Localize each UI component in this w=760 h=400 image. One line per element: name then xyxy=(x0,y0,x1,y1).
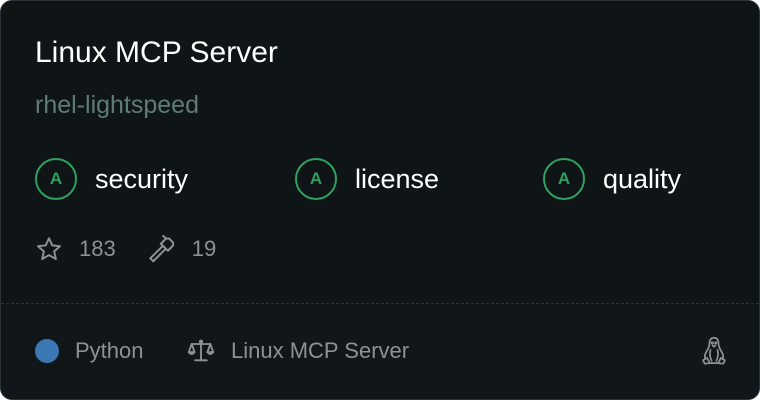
scale-icon xyxy=(187,337,215,365)
linux-penguin-icon xyxy=(699,335,729,367)
star-icon xyxy=(35,235,63,263)
grade-badge: A xyxy=(295,158,337,200)
grade-badge: A xyxy=(543,158,585,200)
tools-count: 19 xyxy=(191,236,217,261)
stats-row: 183 19 xyxy=(35,233,216,265)
language-dot xyxy=(35,339,59,363)
license-info: Linux MCP Server xyxy=(187,337,409,365)
grade-license[interactable]: A license xyxy=(295,156,439,202)
server-org[interactable]: rhel-lightspeed xyxy=(35,88,199,122)
language-label: Python xyxy=(75,338,144,363)
grade-label: license xyxy=(355,163,440,194)
grade-badge: A xyxy=(35,158,77,200)
server-title[interactable]: Linux MCP Server xyxy=(35,33,278,73)
grade-quality[interactable]: A quality xyxy=(543,156,681,202)
license-label: Linux MCP Server xyxy=(231,338,410,363)
grade-row: A security A license A quality xyxy=(35,156,735,202)
grade-security[interactable]: A security xyxy=(35,156,188,202)
card-footer: Python Linux MCP Server xyxy=(1,304,759,399)
hammer-icon xyxy=(148,235,176,263)
grade-label: security xyxy=(95,163,189,194)
stars-count: 183 xyxy=(79,236,116,261)
server-card[interactable]: Linux MCP Server rhel-lightspeed A secur… xyxy=(0,0,760,400)
language-info: Python xyxy=(35,338,144,363)
stars-stat: 183 xyxy=(35,235,116,263)
tools-stat: 19 xyxy=(148,235,216,263)
grade-label: quality xyxy=(603,163,682,194)
